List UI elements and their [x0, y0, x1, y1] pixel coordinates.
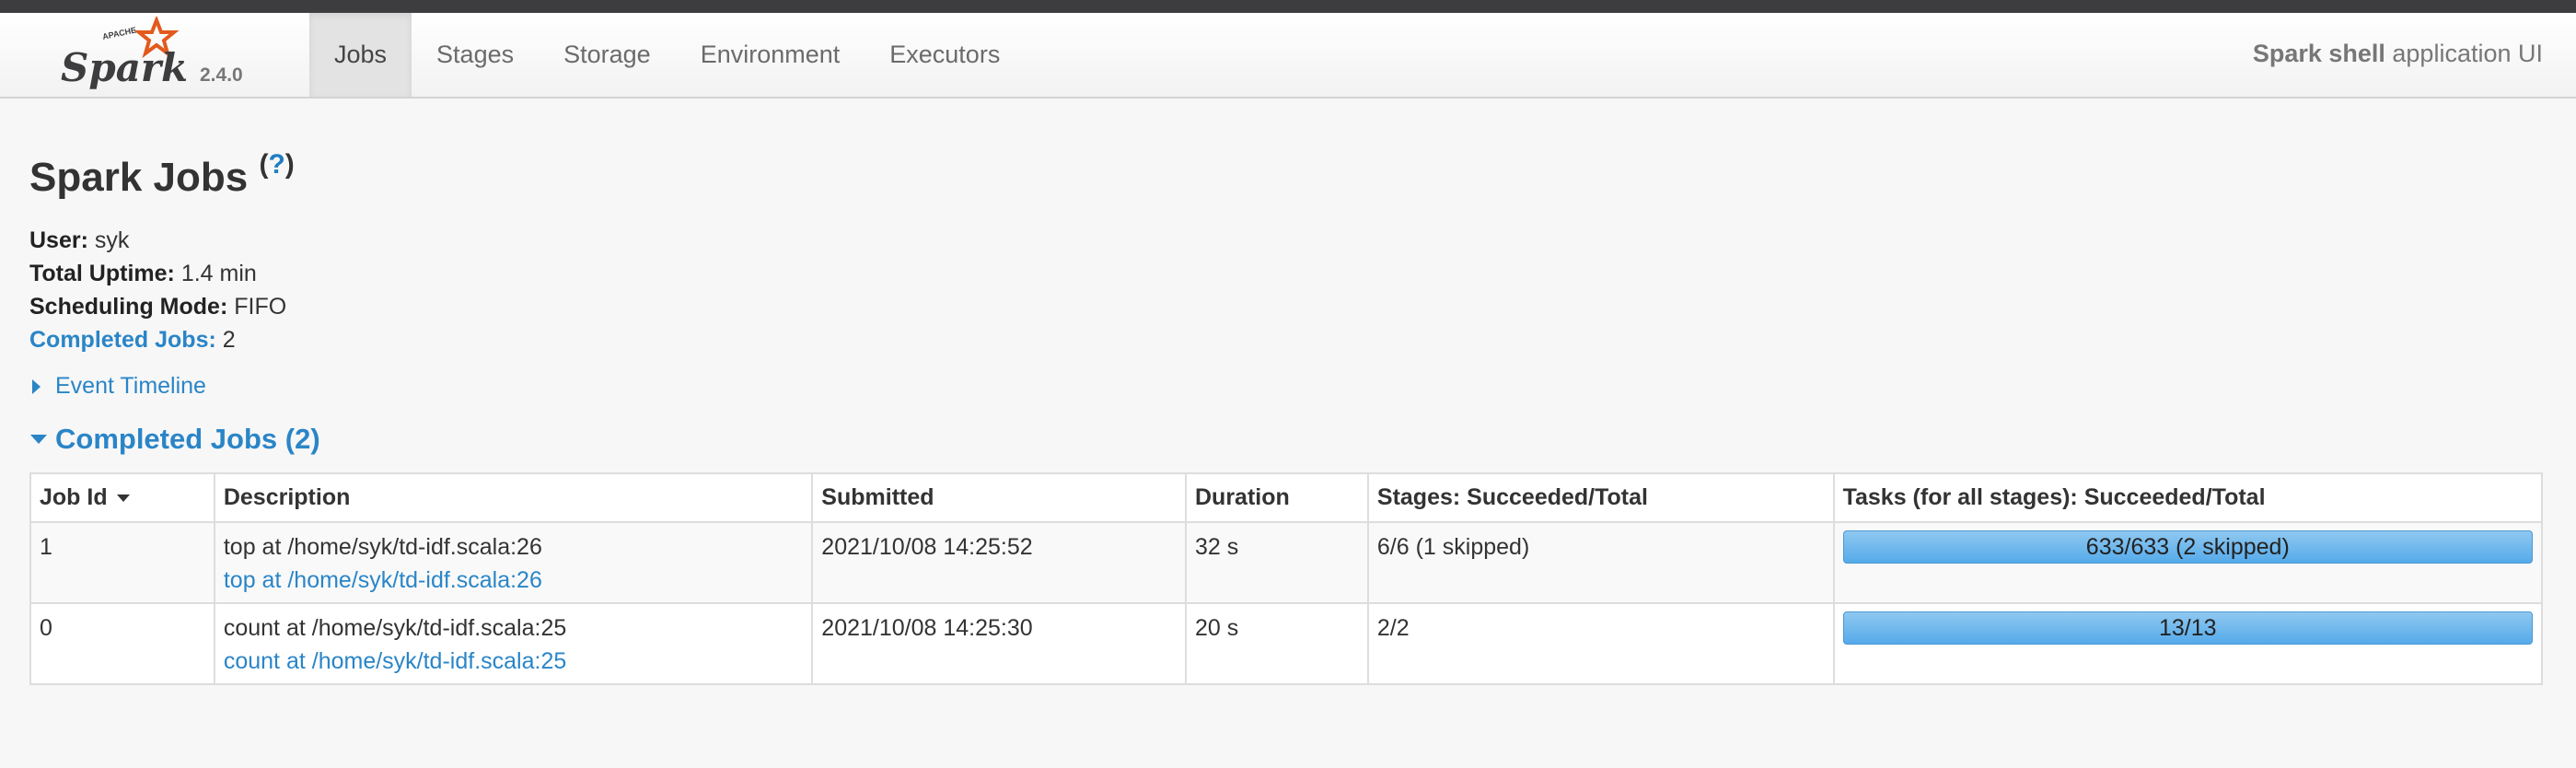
help-tooltip: (?) — [259, 149, 294, 180]
event-timeline-label: Event Timeline — [55, 373, 206, 399]
event-timeline-toggle[interactable]: Event Timeline — [29, 373, 206, 400]
tab-stages[interactable]: Stages — [412, 13, 539, 97]
completed-jobs-section-toggle[interactable]: Completed Jobs (2) — [29, 423, 320, 456]
spark-logo[interactable]: Spark APACHE 2.4.0 — [59, 17, 252, 96]
uptime-row: Total Uptime: 1.4 min — [29, 257, 286, 290]
stages-cell: 6/6 (1 skipped) — [1366, 521, 1835, 604]
scheduling-mode-row: Scheduling Mode: FIFO — [29, 290, 286, 323]
completed-jobs-heading: Completed Jobs (2) — [55, 423, 320, 455]
tasks-progress-bar: 13/13 — [1842, 611, 2533, 645]
description-link[interactable]: top at /home/syk/td-idf.scala:26 — [224, 564, 803, 597]
header-description[interactable]: Description — [213, 472, 814, 523]
brand-text: Spark — [61, 45, 188, 90]
duration-cell: 20 s — [1185, 602, 1369, 685]
header-submitted[interactable]: Submitted — [811, 472, 1187, 523]
scheduling-mode-label: Scheduling Mode: — [29, 294, 228, 320]
page-title-text: Spark Jobs — [29, 155, 260, 200]
submitted-cell: 2021/10/08 14:25:52 — [811, 521, 1187, 604]
tab-executors[interactable]: Executors — [864, 13, 1025, 97]
description-cell: count at /home/syk/td-idf.scala:25 count … — [213, 602, 814, 685]
header-job-id-label: Job Id — [40, 484, 108, 510]
uptime-value: 1.4 min — [180, 261, 257, 286]
tasks-cell: 13/13 — [1832, 602, 2544, 685]
table-row: 0 count at /home/syk/td-idf.scala:25 coun… — [29, 602, 2544, 685]
navbar: Spark APACHE 2.4.0 Jobs Stages Storage E… — [0, 13, 2576, 99]
nav-tabs: Jobs Stages Storage Environment Executor… — [309, 13, 1025, 97]
table-row: 1 top at /home/syk/td-idf.scala:26 top at… — [29, 521, 2544, 604]
duration-cell: 32 s — [1185, 521, 1369, 604]
user-label: User: — [29, 227, 88, 253]
help-paren-open: ( — [259, 149, 269, 180]
uptime-label: Total Uptime: — [29, 261, 175, 286]
description-text: count at /home/syk/td-idf.scala:25 — [223, 615, 567, 641]
tasks-progress-bar: 633/633 (2 skipped) — [1842, 530, 2533, 564]
brand-small-text: APACHE — [101, 25, 137, 41]
submitted-cell: 2021/10/08 14:25:30 — [811, 602, 1187, 685]
user-row: User: syk — [29, 224, 286, 257]
app-name: Spark shell — [2252, 40, 2385, 67]
caret-right-icon — [32, 378, 41, 394]
completed-jobs-table: Job Id Description Submitted Duration St… — [29, 472, 2544, 685]
caret-down-icon — [30, 435, 47, 444]
help-paren-close: ) — [284, 149, 295, 180]
job-id-cell: 0 — [29, 602, 215, 685]
header-stages[interactable]: Stages: Succeeded/Total — [1366, 472, 1835, 523]
page-title: Spark Jobs (?) — [29, 149, 295, 201]
description-link[interactable]: count at /home/syk/td-idf.scala:25 — [224, 645, 803, 678]
app-title: Spark shell application UI — [2253, 40, 2543, 68]
job-summary: User: syk Total Uptime: 1.4 min Scheduli… — [29, 224, 286, 356]
header-job-id[interactable]: Job Id — [29, 472, 215, 523]
header-tasks[interactable]: Tasks (for all stages): Succeeded/Total — [1832, 472, 2544, 523]
table-header-row: Job Id Description Submitted Duration St… — [29, 472, 2544, 523]
completed-jobs-link[interactable]: Completed Jobs: — [29, 327, 216, 353]
tab-storage[interactable]: Storage — [539, 13, 676, 97]
tab-environment[interactable]: Environment — [676, 13, 865, 97]
stages-cell: 2/2 — [1366, 602, 1835, 685]
header-duration[interactable]: Duration — [1185, 472, 1369, 523]
description-cell: top at /home/syk/td-idf.scala:26 top at /… — [213, 521, 814, 604]
user-value: syk — [94, 227, 130, 253]
help-icon[interactable]: ? — [268, 149, 284, 180]
completed-jobs-count: 2 — [222, 327, 236, 353]
top-strip — [0, 0, 2576, 13]
app-suffix: application UI — [2385, 40, 2543, 67]
description-text: top at /home/syk/td-idf.scala:26 — [223, 534, 542, 560]
tab-jobs[interactable]: Jobs — [309, 13, 412, 97]
completed-jobs-row: Completed Jobs: 2 — [29, 323, 286, 356]
sort-desc-icon — [116, 495, 130, 503]
tasks-cell: 633/633 (2 skipped) — [1832, 521, 2544, 604]
version-label: 2.4.0 — [200, 64, 243, 86]
spark-logo-graphic: Spark APACHE — [61, 17, 188, 90]
scheduling-mode-value: FIFO — [234, 294, 287, 320]
job-id-cell: 1 — [29, 521, 215, 604]
